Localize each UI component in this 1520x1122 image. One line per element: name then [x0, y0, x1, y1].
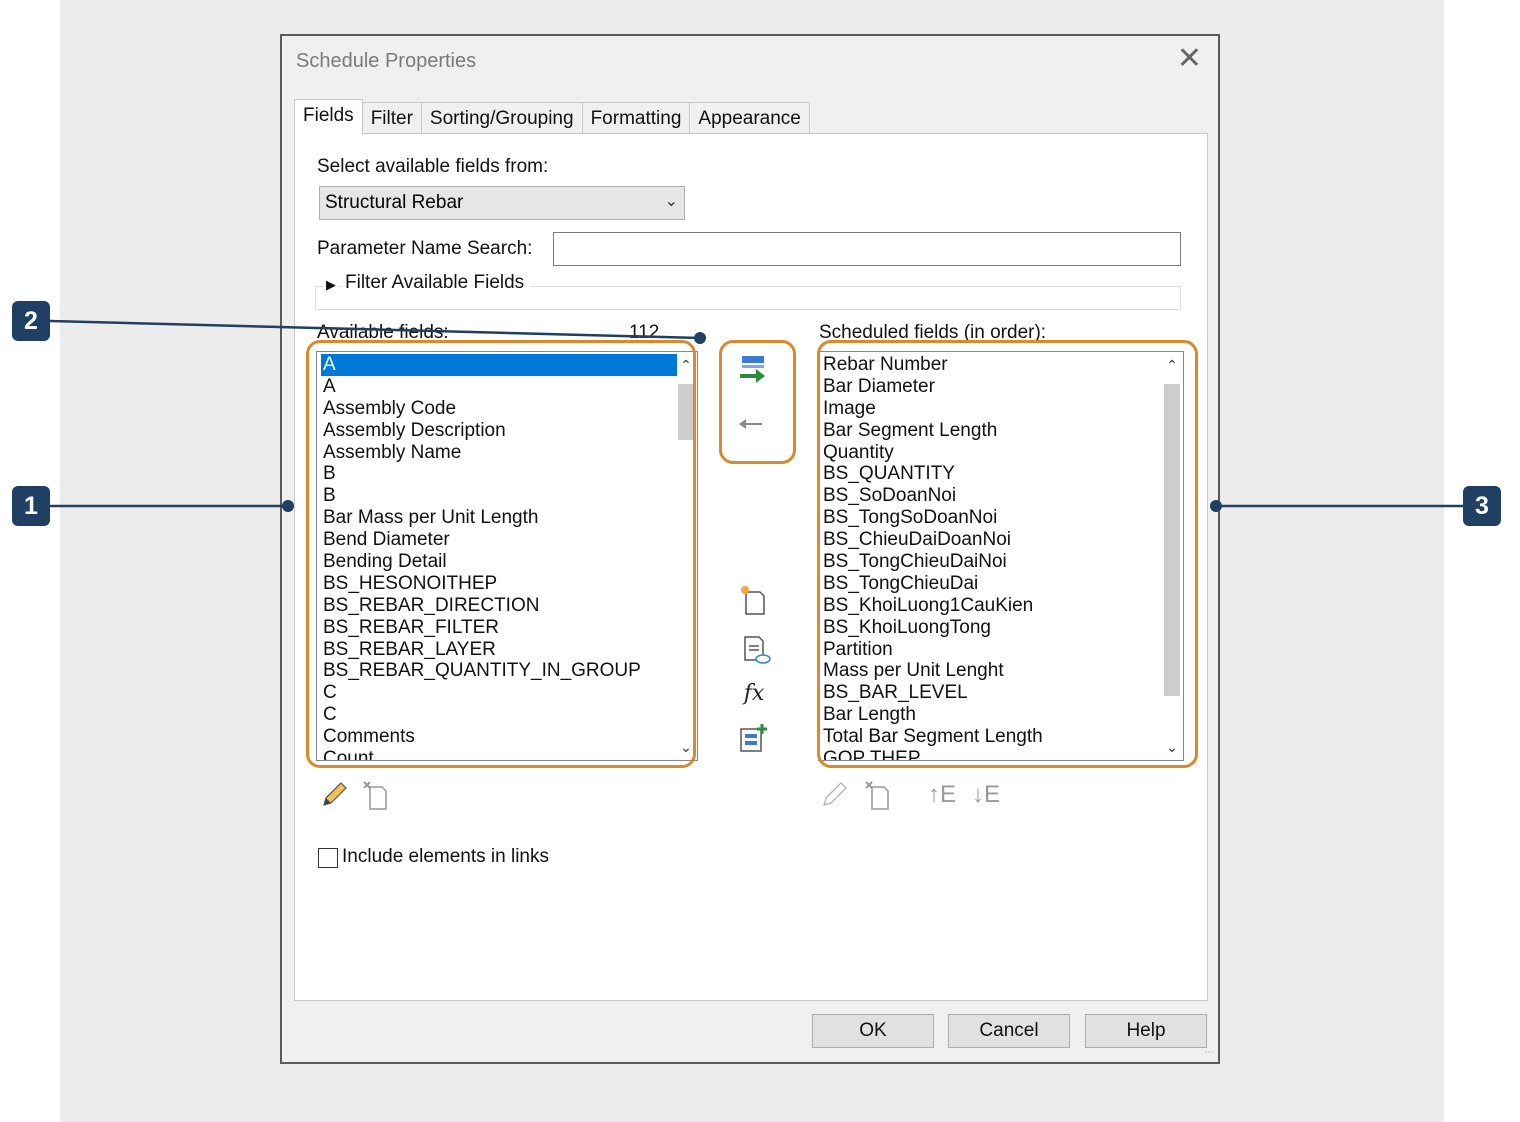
- list-item[interactable]: C: [321, 704, 677, 726]
- category-value: Structural Rebar: [325, 192, 464, 213]
- close-icon[interactable]: ✕: [1177, 44, 1202, 74]
- list-item[interactable]: Assembly Name: [321, 442, 677, 464]
- include-links-label: Include elements in links: [342, 846, 549, 867]
- tab-bar: Fields Filter Sorting/Grouping Formattin…: [294, 99, 810, 135]
- cancel-button[interactable]: Cancel: [948, 1014, 1070, 1048]
- list-item[interactable]: Assembly Description: [321, 420, 677, 442]
- available-fields-count: 112: [629, 322, 660, 343]
- callout-badge-2: 2: [12, 301, 50, 341]
- callout-badge-3: 3: [1463, 486, 1501, 526]
- list-item[interactable]: BS_REBAR_FILTER: [321, 617, 677, 639]
- scheduled-fields-items: Rebar Number Bar Diameter Image Bar Segment…: [821, 354, 1163, 760]
- parameter-search-label: Parameter Name Search:: [317, 238, 533, 259]
- dialog-title: Schedule Properties: [296, 50, 477, 72]
- expand-triangle-icon[interactable]: ▶: [323, 277, 339, 293]
- move-up-icon[interactable]: ↑E: [926, 779, 958, 811]
- list-item[interactable]: A: [321, 354, 677, 376]
- list-item[interactable]: Mass per Unit Lenght: [821, 660, 1163, 682]
- available-scrollbar[interactable]: ⌃ ⌄: [677, 354, 695, 758]
- list-item[interactable]: BS_TongChieuDaiNoi: [821, 551, 1163, 573]
- list-item[interactable]: Bar Mass per Unit Length: [321, 507, 677, 529]
- scheduled-fields-label: Scheduled fields (in order):: [819, 322, 1047, 343]
- combine-parameters-icon[interactable]: [738, 722, 770, 754]
- filter-available-fields-group[interactable]: ▶ Filter Available Fields: [315, 272, 1181, 310]
- list-item[interactable]: Bend Diameter: [321, 529, 677, 551]
- available-fields-items: A A Assembly Code Assembly Description Assem…: [321, 354, 677, 760]
- list-item[interactable]: Total Bar Segment Length: [821, 726, 1163, 748]
- list-item[interactable]: Quantity: [821, 442, 1163, 464]
- new-parameter-icon[interactable]: [738, 584, 770, 616]
- add-parameter-icon[interactable]: [738, 353, 770, 385]
- list-item[interactable]: Bending Detail: [321, 551, 677, 573]
- list-item[interactable]: A: [321, 376, 677, 398]
- list-item[interactable]: BS_REBAR_LAYER: [321, 639, 677, 661]
- list-item[interactable]: BS_BAR_LEVEL: [821, 682, 1163, 704]
- list-item[interactable]: Bar Segment Length: [821, 420, 1163, 442]
- list-item[interactable]: Rebar Number: [821, 354, 1163, 376]
- ok-button[interactable]: OK: [812, 1014, 934, 1048]
- move-down-icon[interactable]: ↓E: [970, 779, 1002, 811]
- list-item[interactable]: BS_ChieuDaiDoanNoi: [821, 529, 1163, 551]
- list-item[interactable]: Count: [321, 748, 677, 760]
- list-item[interactable]: BS_TongSoDoanNoi: [821, 507, 1163, 529]
- list-item[interactable]: BS_QUANTITY: [821, 463, 1163, 485]
- chevron-down-icon: ⌄: [664, 193, 678, 210]
- scheduled-fields-list[interactable]: Rebar Number Bar Diameter Image Bar Segment…: [818, 351, 1184, 761]
- callout-badge-1: 1: [12, 486, 50, 526]
- parameter-search-input[interactable]: [553, 232, 1181, 266]
- list-item[interactable]: GOP THEP: [821, 748, 1163, 760]
- formula-fx-icon[interactable]: fx: [738, 678, 770, 710]
- list-item[interactable]: Image: [821, 398, 1163, 420]
- scroll-down-icon[interactable]: ⌄: [1163, 738, 1181, 756]
- tab-appearance[interactable]: Appearance: [689, 102, 810, 134]
- category-dropdown[interactable]: Structural Rebar ⌄: [319, 186, 685, 220]
- scroll-thumb[interactable]: [678, 384, 694, 440]
- scroll-down-icon[interactable]: ⌄: [677, 738, 695, 756]
- tab-filter[interactable]: Filter: [361, 102, 422, 134]
- remove-parameter-icon[interactable]: [736, 408, 768, 440]
- scheduled-scrollbar[interactable]: ⌃ ⌄: [1163, 354, 1181, 758]
- list-item[interactable]: Partition: [821, 639, 1163, 661]
- delete-parameter-icon[interactable]: [862, 779, 894, 811]
- scroll-up-icon[interactable]: ⌃: [677, 356, 695, 374]
- list-item[interactable]: BS_KhoiLuongTong: [821, 617, 1163, 639]
- available-fields-list[interactable]: A A Assembly Code Assembly Description Assem…: [316, 351, 698, 761]
- list-item[interactable]: Comments: [321, 726, 677, 748]
- list-item[interactable]: B: [321, 463, 677, 485]
- tab-sorting-grouping[interactable]: Sorting/Grouping: [420, 102, 583, 134]
- list-item[interactable]: BS_HESONOITHEP: [321, 573, 677, 595]
- list-item[interactable]: BS_KhoiLuong1CauKien: [821, 595, 1163, 617]
- add-calculated-parameter-icon[interactable]: [740, 634, 772, 666]
- tab-fields[interactable]: Fields: [294, 99, 363, 135]
- edit-pencil-icon[interactable]: [818, 779, 850, 811]
- scroll-thumb[interactable]: [1164, 384, 1180, 696]
- scroll-up-icon[interactable]: ⌃: [1163, 356, 1181, 374]
- help-button[interactable]: Help: [1085, 1014, 1207, 1048]
- list-item[interactable]: BS_REBAR_QUANTITY_IN_GROUP: [321, 660, 677, 682]
- delete-parameter-icon[interactable]: [360, 779, 392, 811]
- edit-pencil-icon[interactable]: [318, 779, 350, 811]
- list-item[interactable]: Bar Length: [821, 704, 1163, 726]
- include-links-checkbox[interactable]: [318, 848, 338, 868]
- list-item[interactable]: B: [321, 485, 677, 507]
- list-item[interactable]: BS_TongChieuDai: [821, 573, 1163, 595]
- list-item[interactable]: Bar Diameter: [821, 376, 1163, 398]
- tab-formatting[interactable]: Formatting: [581, 102, 691, 134]
- select-fields-label: Select available fields from:: [317, 156, 549, 177]
- available-fields-label: Available fields:: [317, 322, 449, 343]
- resize-grip-icon[interactable]: ⋯: [1204, 1047, 1214, 1058]
- list-item[interactable]: BS_REBAR_DIRECTION: [321, 595, 677, 617]
- list-item[interactable]: C: [321, 682, 677, 704]
- filter-available-fields-label: Filter Available Fields: [343, 272, 531, 294]
- list-item[interactable]: BS_SoDoanNoi: [821, 485, 1163, 507]
- list-item[interactable]: Assembly Code: [321, 398, 677, 420]
